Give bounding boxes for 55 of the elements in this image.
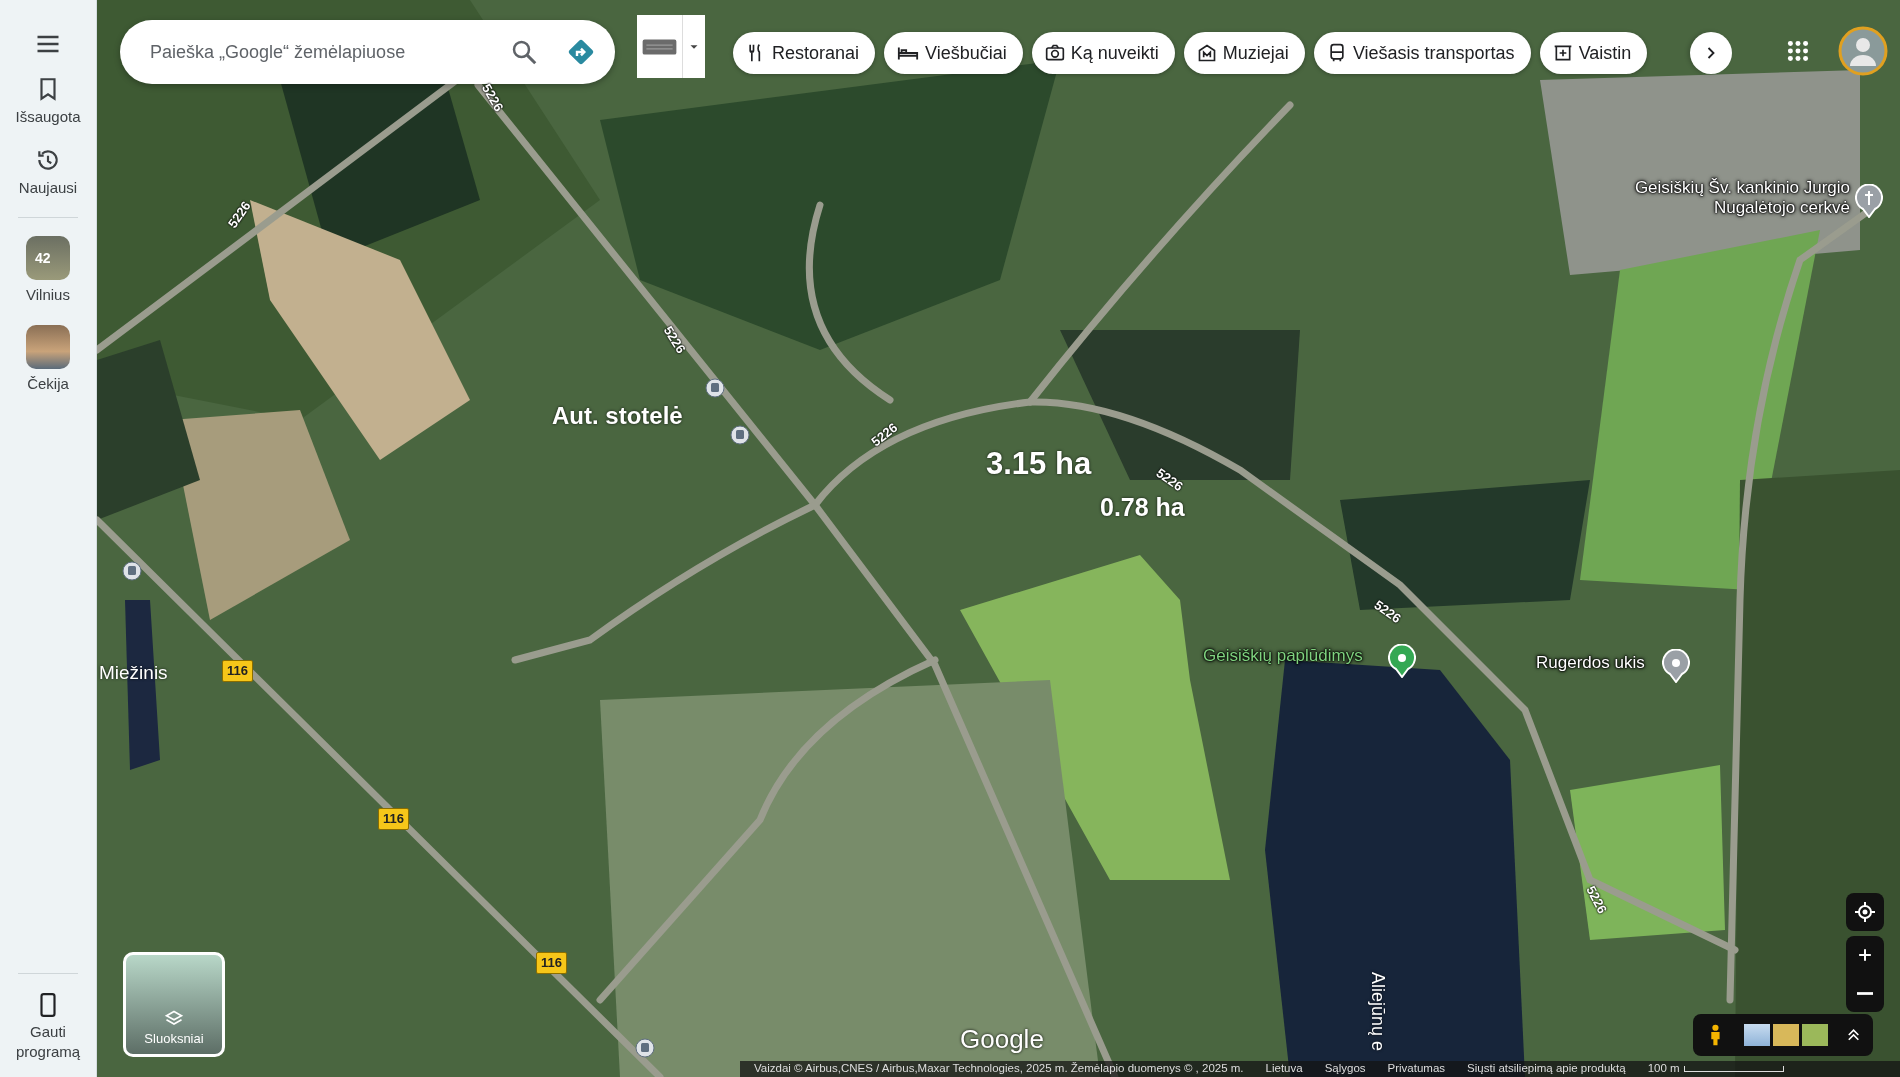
category-chip[interactable]: Muziejai — [1183, 32, 1305, 74]
category-chip[interactable]: Ką nuveikti — [1031, 32, 1175, 74]
sidebar-item[interactable]: Naujausi — [18, 146, 78, 199]
zoom-in-button[interactable] — [1846, 936, 1884, 974]
search-bar[interactable]: Paieška „Google“ žemėlapiuose — [120, 20, 615, 84]
apps-grid-icon[interactable] — [1785, 38, 1811, 64]
category-chip[interactable]: Vaistin — [1539, 32, 1648, 74]
footer-link[interactable]: Siųsti atsiliepimą apie produktą — [1467, 1060, 1626, 1077]
bus-stop-icon[interactable] — [635, 1037, 655, 1058]
sidebar-place[interactable]: Čekija — [26, 324, 70, 395]
bus-stop-icon[interactable] — [705, 377, 725, 398]
road-number: 5226 — [1582, 882, 1612, 918]
museum-icon — [1196, 43, 1217, 63]
footer-link[interactable]: Sąlygos — [1324, 1060, 1366, 1077]
bus-stop-icon[interactable] — [122, 560, 142, 581]
sidebar-place[interactable]: 42 Vilnius — [26, 236, 70, 307]
map-annotation: 0.78 ha — [1100, 494, 1185, 522]
category-chip[interactable]: Restoranai — [733, 32, 876, 74]
map-annotation: Aut. stotelė — [552, 403, 683, 430]
zoom-out-button[interactable] — [1846, 974, 1884, 1012]
map-pin-icon[interactable] — [1855, 184, 1883, 218]
road-number: 116 — [536, 952, 567, 974]
imagery-thumbnail[interactable] — [1801, 1024, 1828, 1046]
place-label: Miežinis — [99, 663, 168, 684]
footer-link[interactable]: Privatumas — [1387, 1060, 1446, 1077]
count-label: 42 — [35, 249, 51, 268]
attribution-text: Vaizdai © Airbus,CNES / Airbus,Maxar Technologies, 2025 m. Žemėlapio duomenys © , 2025 m. — [754, 1061, 1244, 1077]
place-label: Aliejūnų e — [1367, 972, 1387, 1052]
pharmacy-icon — [1552, 43, 1573, 63]
poi-label[interactable]: Geisiškių paplūdimys — [1203, 646, 1363, 667]
map-logo: Google — [960, 1023, 1044, 1056]
imagery-thumbnail[interactable] — [1772, 1024, 1799, 1046]
bus-stop-icon[interactable] — [730, 424, 750, 445]
search-field[interactable]: Paieška „Google“ žemėlapiuose — [148, 37, 509, 67]
map-annotation: 3.15 ha — [986, 447, 1092, 482]
map-pin-icon[interactable] — [1388, 644, 1416, 678]
category-chip[interactable]: Viešasis transportas — [1313, 32, 1531, 74]
get-app-button[interactable]: Gauti programą — [0, 992, 96, 1061]
map-pin-icon[interactable] — [1662, 649, 1690, 683]
category-chip[interactable]: Viešbučiai — [884, 32, 1023, 74]
road-number: 116 — [378, 808, 409, 830]
keyboard-button[interactable] — [637, 15, 705, 78]
scale-bar: 100 m — [1647, 1060, 1784, 1077]
road-number: 116 — [222, 660, 253, 682]
footer-link[interactable]: Lietuva — [1265, 1060, 1303, 1077]
my-location-button[interactable] — [1846, 893, 1884, 931]
photo-placeholder — [26, 324, 70, 369]
sidebar-item[interactable]: Išsaugota — [15, 76, 81, 129]
location-target-icon — [1853, 900, 1877, 924]
layers-button[interactable]: Sluoksniai — [123, 952, 225, 1057]
poi-label[interactable]: Rugerdos ukis — [1536, 653, 1645, 674]
avatar-icon[interactable] — [1838, 26, 1888, 76]
minus-icon — [1857, 991, 1873, 995]
camera-icon — [1044, 43, 1065, 63]
imagery-thumbnail[interactable] — [1743, 1024, 1770, 1046]
